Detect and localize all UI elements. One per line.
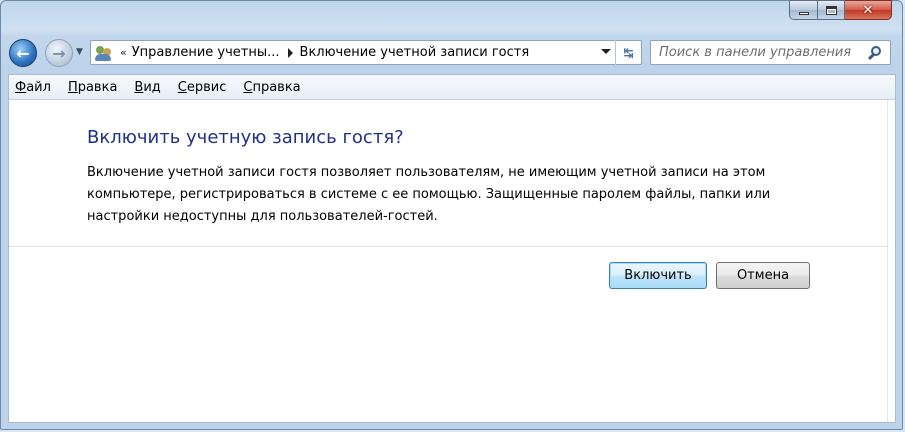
maximize-button[interactable] — [818, 0, 845, 20]
address-dropdown-icon[interactable] — [601, 49, 611, 54]
forward-arrow-icon: → — [52, 43, 66, 63]
recent-pages-button[interactable]: ▼ — [76, 47, 86, 59]
address-bar[interactable]: « Управление учетны... Включение учетной… — [90, 40, 642, 65]
menu-bar: Файл Правка Вид Сервис Справка — [8, 74, 896, 100]
refresh-button[interactable]: ↹ — [615, 40, 641, 65]
forward-button[interactable]: → — [45, 39, 73, 67]
search-box — [650, 40, 891, 65]
close-button[interactable]: ✕ — [845, 0, 892, 20]
control-panel-window: ✕ ← → ▼ « Управление учетны... Включение… — [0, 0, 903, 430]
divider — [9, 246, 889, 247]
menu-view[interactable]: Вид — [134, 80, 160, 95]
chevron-down-icon: ▼ — [76, 47, 83, 57]
search-icon[interactable] — [865, 43, 887, 63]
search-input[interactable] — [659, 42, 865, 63]
minimize-icon — [798, 12, 809, 15]
maximize-icon — [825, 5, 837, 15]
breadcrumb-enable-guest[interactable]: Включение учетной записи гостя — [300, 45, 530, 60]
back-arrow-icon: ← — [16, 43, 30, 63]
close-icon: ✕ — [862, 2, 874, 18]
back-button[interactable]: ← — [9, 39, 37, 67]
enable-button[interactable]: Включить — [609, 262, 707, 289]
breadcrumb-overflow[interactable]: « — [120, 46, 127, 59]
page-title: Включить учетную запись гостя? — [87, 127, 404, 148]
navigation-bar: ← → ▼ « Управление учетны... Включение у… — [1, 33, 904, 71]
content-pane: Включить учетную запись гостя? Включение… — [8, 100, 896, 423]
caption-buttons: ✕ — [789, 0, 892, 20]
user-accounts-icon — [94, 44, 114, 62]
refresh-icon: ↹ — [623, 45, 634, 60]
cancel-button[interactable]: Отмена — [716, 262, 810, 289]
description-text: Включение учетной записи гостя позволяет… — [87, 165, 771, 224]
breadcrumb-separator-icon[interactable] — [287, 47, 293, 58]
content-edge — [887, 100, 895, 422]
menu-edit[interactable]: Правка — [68, 80, 117, 95]
menu-file[interactable]: Файл — [15, 80, 51, 95]
breadcrumb-user-accounts[interactable]: Управление учетны... — [132, 45, 280, 60]
minimize-button[interactable] — [789, 0, 818, 20]
menu-help[interactable]: Справка — [243, 80, 300, 95]
menu-tools[interactable]: Сервис — [178, 80, 227, 95]
